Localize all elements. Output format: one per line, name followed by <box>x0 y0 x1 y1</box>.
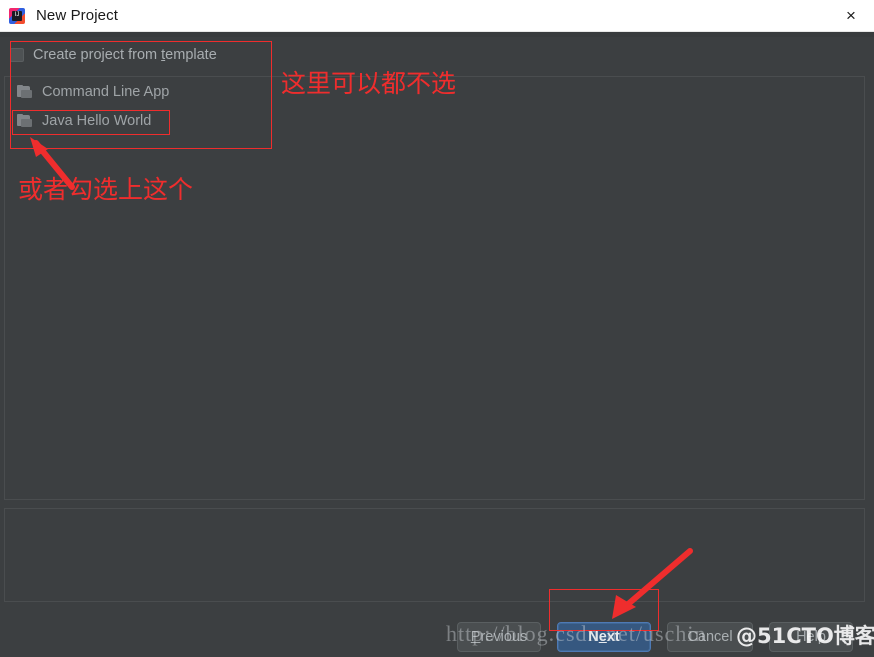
list-item[interactable]: Command Line App <box>5 77 864 106</box>
dialog-body: Create project from template Command Lin… <box>0 32 874 657</box>
new-project-dialog: New Project × Create project from templa… <box>0 0 874 657</box>
previous-mnemonic: P <box>470 629 481 645</box>
folder-icon <box>17 84 33 99</box>
template-list-panel[interactable]: Command Line App Java Hello World <box>4 76 865 500</box>
next-button[interactable]: Ne xt <box>557 622 651 652</box>
list-item[interactable]: Java Hello World <box>5 106 864 135</box>
previous-button[interactable]: Previous <box>457 622 541 652</box>
create-from-template-label: Create project from template <box>33 47 217 63</box>
next-label-part1: N <box>588 629 599 645</box>
cb-label-part2: emplate <box>165 47 217 63</box>
cb-label-part1: Create project from <box>33 47 162 63</box>
cancel-button[interactable]: Cancel <box>667 622 753 652</box>
template-details-panel <box>4 508 865 602</box>
dialog-button-bar: Previous Ne xt Cancel Help <box>0 616 874 657</box>
previous-label: revious <box>480 629 528 645</box>
intellij-idea-logo-icon <box>8 7 26 25</box>
folder-icon <box>17 113 33 128</box>
help-button[interactable]: Help <box>769 622 853 652</box>
close-icon[interactable]: × <box>828 0 874 31</box>
create-from-template-row[interactable]: Create project from template <box>10 44 217 66</box>
dialog-titlebar: New Project × <box>0 0 874 32</box>
create-from-template-checkbox[interactable] <box>10 48 24 62</box>
list-item-label: Command Line App <box>42 83 170 100</box>
dialog-title: New Project <box>36 7 118 24</box>
next-label-part2: xt <box>606 629 620 645</box>
next-mnemonic: e <box>598 629 607 645</box>
list-item-label: Java Hello World <box>42 112 152 129</box>
body-top-strip <box>0 32 874 37</box>
